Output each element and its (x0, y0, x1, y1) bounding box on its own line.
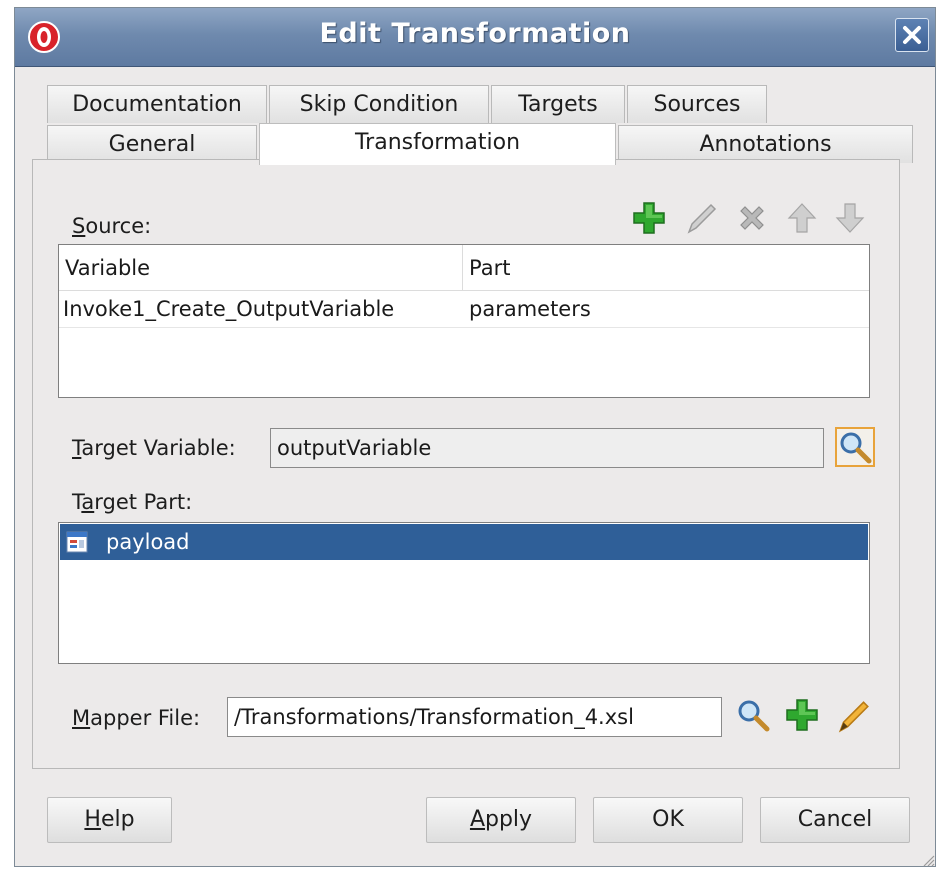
resize-grip-icon[interactable] (919, 851, 935, 867)
mapper-file-label: Mapper File: (72, 706, 201, 730)
target-variable-field[interactable]: outputVariable (270, 428, 824, 468)
move-down-icon[interactable] (832, 200, 868, 236)
search-icon (840, 432, 872, 464)
title-bar[interactable]: Edit Transformation (15, 8, 935, 67)
move-up-icon[interactable] (784, 200, 820, 236)
edit-icon[interactable] (683, 200, 719, 236)
target-variable-browse-button[interactable] (835, 427, 875, 467)
tab-targets[interactable]: Targets (491, 85, 625, 123)
target-part-label: Target Part: (72, 490, 193, 514)
source-label: Source: (72, 214, 152, 238)
dialog-title: Edit Transformation (319, 18, 631, 49)
tab-skip-condition[interactable]: Skip Condition (269, 85, 489, 123)
help-button[interactable]: Help (47, 797, 172, 843)
tab-general[interactable]: General (47, 125, 257, 163)
cancel-button[interactable]: Cancel (760, 797, 910, 843)
add-icon[interactable] (784, 697, 820, 733)
source-table[interactable]: Variable Part Invoke1_Create_OutputVaria… (58, 244, 870, 398)
row-divider (59, 327, 869, 328)
element-icon (66, 531, 88, 553)
target-variable-label: Target Variable: (72, 436, 236, 460)
tab-sources[interactable]: Sources (627, 85, 767, 123)
list-item-label: payload (106, 530, 190, 554)
close-button[interactable] (895, 18, 929, 52)
delete-icon[interactable] (734, 200, 770, 236)
table-cell-part[interactable]: parameters (465, 292, 869, 326)
mapper-file-field[interactable]: /Transformations/Transformation_4.xsl (227, 697, 722, 737)
apply-button[interactable]: Apply (426, 797, 576, 843)
table-cell-variable[interactable]: Invoke1_Create_OutputVariable (59, 292, 463, 326)
column-header-part[interactable]: Part (463, 245, 869, 291)
tab-annotations[interactable]: Annotations (618, 125, 913, 163)
close-icon (903, 26, 921, 44)
column-header-variable[interactable]: Variable (59, 245, 463, 291)
tab-transformation[interactable]: Transformation (259, 123, 616, 165)
edit-icon[interactable] (834, 697, 872, 735)
add-icon[interactable] (631, 200, 667, 236)
tab-documentation[interactable]: Documentation (47, 85, 267, 123)
target-part-list[interactable]: payload (58, 522, 870, 664)
ok-button[interactable]: OK (593, 797, 743, 843)
search-icon[interactable] (735, 697, 771, 733)
list-item-payload[interactable]: payload (60, 524, 868, 560)
